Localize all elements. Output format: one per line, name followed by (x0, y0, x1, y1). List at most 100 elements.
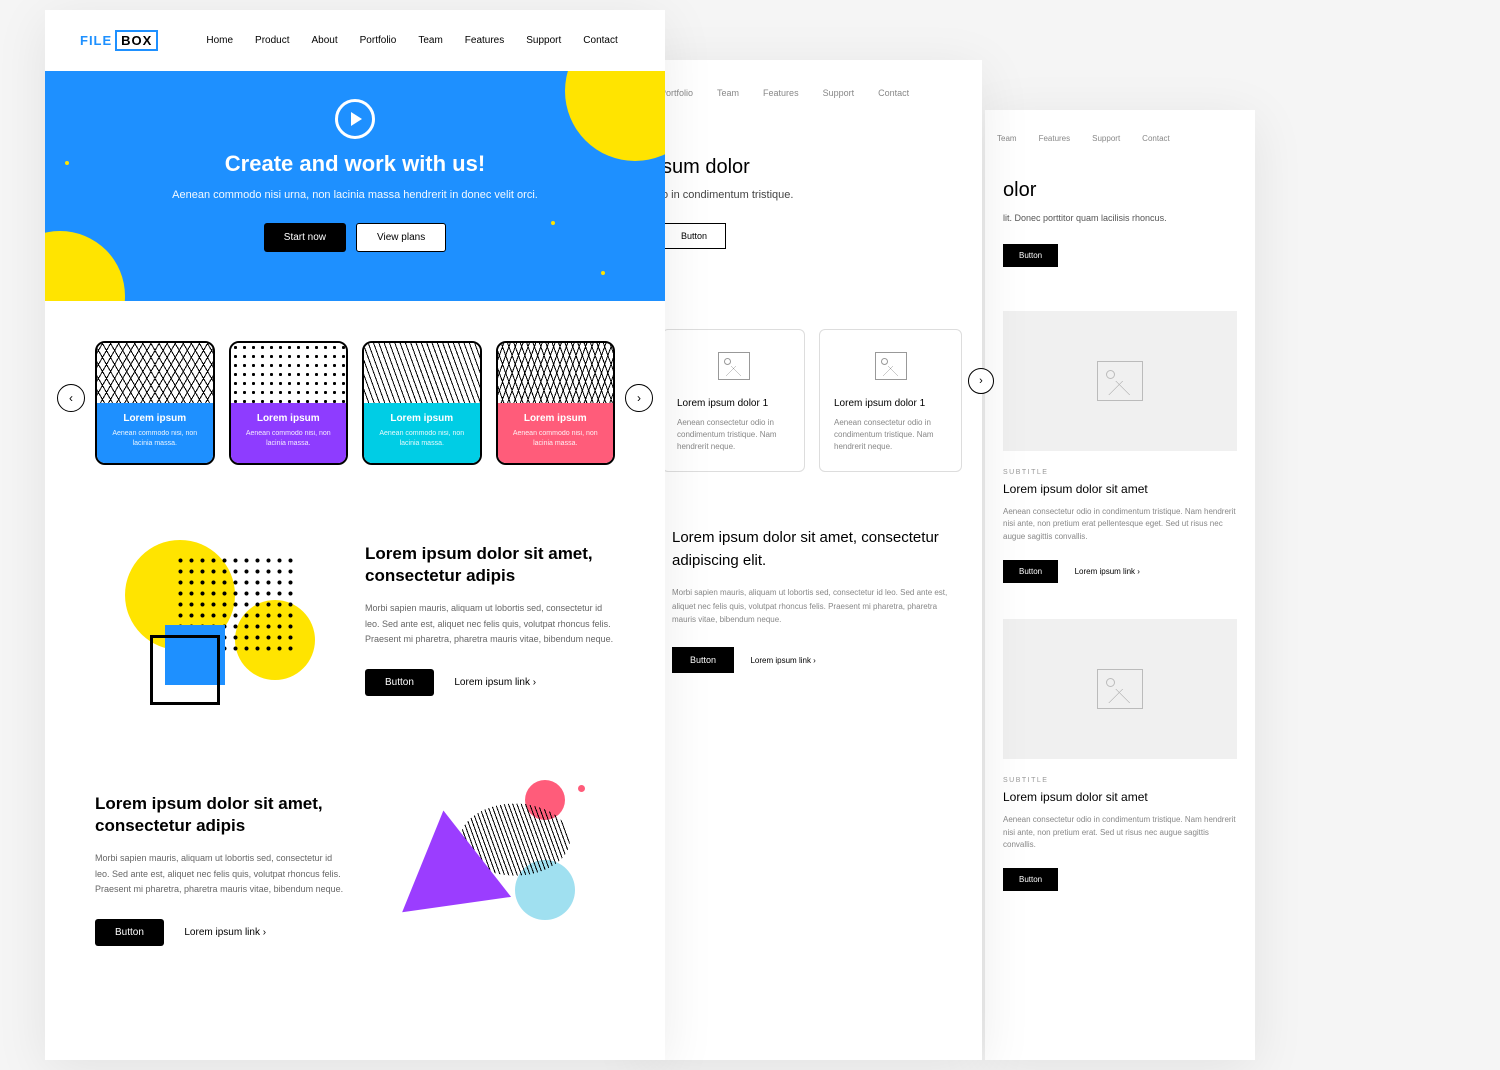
feature-button[interactable]: Button (1003, 560, 1058, 583)
logo[interactable]: FILE BOX (80, 30, 158, 51)
hero: olor lit. Donec porttitor quam lacilisis… (985, 167, 1255, 293)
carousel-next-icon[interactable]: › (968, 368, 994, 394)
nav-contact[interactable]: Contact (878, 88, 909, 98)
wireframe-screen-3: Team Features Support Contact olor lit. … (985, 110, 1255, 1060)
feature-block-1: SUBTITLE Lorem ipsum dolor sit amet Aene… (985, 293, 1255, 601)
card-1[interactable]: Lorem ipsum Aenean commodo nisi, non lac… (95, 341, 215, 465)
card-text: Aenean commodo nisi, non lacinia massa. (504, 429, 608, 449)
nav-contact[interactable]: Contact (1142, 134, 1170, 143)
card-title: Lorem ipsum dolor 1 (834, 398, 947, 409)
nav: Team Features Support Contact (985, 110, 1255, 167)
hero-button[interactable]: Button (662, 223, 726, 249)
card-text: Aenean commodo nisi, non lacinia massa. (237, 429, 341, 449)
card-text: Aenean consectetur odio in condimentum t… (834, 417, 947, 453)
hero-subtitle: o in condimentum tristique. (662, 189, 982, 201)
feature-block-2: SUBTITLE Lorem ipsum dolor sit amet Aene… (985, 601, 1255, 909)
hero: sum dolor o in condimentum tristique. Bu… (642, 126, 982, 279)
nav-support[interactable]: Support (1092, 134, 1120, 143)
feature-link[interactable]: Lorem ipsum link (454, 677, 536, 688)
carousel-next-icon[interactable]: › (625, 384, 653, 412)
header: FILE BOX Home Product About Portfolio Te… (45, 10, 665, 71)
card-2: Lorem ipsum dolor 1 Aenean consectetur o… (819, 329, 962, 472)
feature-title: Lorem ipsum dolor sit amet (1003, 482, 1237, 496)
nav-contact[interactable]: Contact (583, 35, 617, 46)
hero-title: Create and work with us! (45, 151, 665, 177)
carousel-prev-icon[interactable]: ‹ (57, 384, 85, 412)
feature-row-1: Lorem ipsum dolor sit amet, consectetur … (45, 495, 665, 745)
feature-body: Aenean consectetur odio in condimentum t… (1003, 506, 1237, 544)
feature-button[interactable]: Button (1003, 868, 1058, 891)
dot-icon (601, 271, 605, 275)
decoration-circle-icon (565, 71, 665, 161)
image-icon (875, 352, 907, 380)
image-icon (718, 352, 750, 380)
pattern-icon (97, 343, 213, 403)
nav-support[interactable]: Support (526, 35, 561, 46)
feature-link[interactable]: Lorem ipsum link (1075, 567, 1140, 576)
dot-icon (115, 271, 119, 275)
nav-product[interactable]: Product (255, 35, 289, 46)
card-title: Lorem ipsum (504, 413, 608, 424)
feature-link[interactable]: Lorem ipsum link (184, 927, 266, 938)
nav-team[interactable]: Team (997, 134, 1017, 143)
logo-part2: BOX (115, 30, 158, 51)
feature-title: Lorem ipsum dolor sit amet, consectetur … (365, 543, 615, 587)
hero-subtitle: Aenean commodo nisi urna, non lacinia ma… (45, 187, 665, 205)
feature-body: Aenean consectetur odio in condimentum t… (1003, 814, 1237, 852)
section-link[interactable]: Lorem ipsum link (750, 656, 815, 665)
illustration-icon (385, 780, 615, 960)
image-placeholder (1003, 619, 1237, 759)
card-title: Lorem ipsum (103, 413, 207, 424)
section-button[interactable]: Button (672, 647, 734, 673)
feature-body: Morbi sapien mauris, aliquam ut lobortis… (365, 601, 615, 647)
image-icon (1097, 361, 1143, 401)
card-title: Lorem ipsum (370, 413, 474, 424)
nav-support[interactable]: Support (823, 88, 855, 98)
hero-button[interactable]: Button (1003, 244, 1058, 267)
nav-team[interactable]: Team (418, 35, 442, 46)
hero: Create and work with us! Aenean commodo … (45, 71, 665, 301)
logo-part1: FILE (80, 33, 112, 48)
color-screen-1: FILE BOX Home Product About Portfolio Te… (45, 10, 665, 1060)
nav-home[interactable]: Home (206, 35, 233, 46)
subtitle-label: SUBTITLE (1003, 777, 1237, 784)
wireframe-screen-2: Portfolio Team Features Support Contact … (642, 60, 982, 1060)
nav-team[interactable]: Team (717, 88, 739, 98)
nav-portfolio[interactable]: Portfolio (360, 35, 397, 46)
nav-features[interactable]: Features (465, 35, 504, 46)
pattern-icon (231, 343, 347, 403)
image-icon (1097, 669, 1143, 709)
card-text: Aenean consectetur odio in condimentum t… (677, 417, 790, 453)
hero-title: olor (1003, 179, 1237, 202)
card-title: Lorem ipsum (237, 413, 341, 424)
illustration-icon (95, 530, 325, 710)
card-4[interactable]: Lorem ipsum Aenean commodo nisi, non lac… (496, 341, 616, 465)
nav: Home Product About Portfolio Team Featur… (206, 35, 617, 46)
view-plans-button[interactable]: View plans (356, 223, 446, 252)
subtitle-label: SUBTITLE (1003, 469, 1237, 476)
card-1: Lorem ipsum dolor 1 Aenean consectetur o… (662, 329, 805, 472)
feature-button[interactable]: Button (95, 919, 164, 946)
hero-buttons: Start now View plans (45, 223, 665, 252)
nav-features[interactable]: Features (1039, 134, 1071, 143)
section-body: Morbi sapien mauris, aliquam ut lobortis… (672, 586, 952, 627)
card-3[interactable]: Lorem ipsum Aenean commodo nisi, non lac… (362, 341, 482, 465)
nav-about[interactable]: About (312, 35, 338, 46)
feature-body: Morbi sapien mauris, aliquam ut lobortis… (95, 851, 345, 897)
section-title: Lorem ipsum dolor sit amet, consectetur … (672, 527, 952, 572)
feature-title: Lorem ipsum dolor sit amet, consectetur … (95, 793, 345, 837)
pattern-icon (364, 343, 480, 403)
cards-carousel: ‹ Lorem ipsum Aenean commodo nisi, non l… (45, 301, 665, 495)
start-button[interactable]: Start now (264, 223, 346, 252)
feature-row-2: Lorem ipsum dolor sit amet, consectetur … (45, 745, 665, 995)
feature-title: Lorem ipsum dolor sit amet (1003, 790, 1237, 804)
card-2[interactable]: Lorem ipsum Aenean commodo nisi, non lac… (229, 341, 349, 465)
feature-button[interactable]: Button (365, 669, 434, 696)
image-placeholder (1003, 311, 1237, 451)
play-icon[interactable] (335, 99, 375, 139)
cards-row: Lorem ipsum dolor 1 Aenean consectetur o… (642, 279, 982, 482)
nav-features[interactable]: Features (763, 88, 799, 98)
content-section: Lorem ipsum dolor sit amet, consectetur … (642, 482, 982, 718)
card-title: Lorem ipsum dolor 1 (677, 398, 790, 409)
card-text: Aenean commodo nisi, non lacinia massa. (370, 429, 474, 449)
